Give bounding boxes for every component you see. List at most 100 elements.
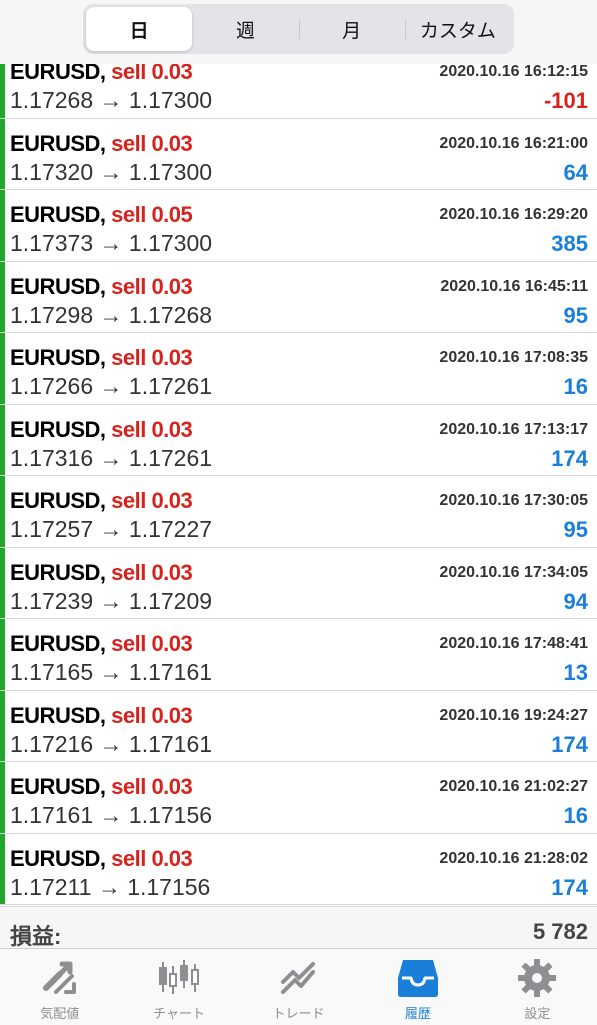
- history-tray-icon: [396, 957, 440, 999]
- deal-time: 2020.10.16 21:02:27: [439, 778, 588, 795]
- candlestick-chart-icon: [157, 957, 201, 999]
- deal-row[interactable]: EURUSD, sell 0.03 2020.10.16 17:34:05 1.17…: [0, 547, 597, 619]
- tab-chart[interactable]: チャート: [119, 949, 238, 1025]
- deal-row[interactable]: EURUSD, sell 0.03 2020.10.16 21:02:27 1.17…: [0, 762, 597, 834]
- deal-time: 2020.10.16 19:24:27: [439, 706, 588, 724]
- deal-profit: -101: [543, 88, 588, 113]
- deal-symbol-name: EURUSD,: [10, 631, 106, 656]
- deal-profit: 174: [551, 731, 588, 757]
- deal-side: sell 0.03: [111, 416, 193, 442]
- segment-day[interactable]: 日: [86, 7, 193, 51]
- deal-prices: 1.17239 → 1.17209: [10, 587, 213, 614]
- deal-time: 2020.10.16 17:48:41: [439, 635, 588, 652]
- deal-symbol-name: EURUSD,: [10, 345, 106, 370]
- deal-symbol-name: EURUSD,: [10, 702, 106, 728]
- tab-trade-label: トレード: [272, 1006, 325, 1021]
- deal-time: 2020.10.16 17:08:35: [439, 349, 588, 366]
- segment-week[interactable]: 週: [192, 7, 298, 51]
- deal-prices: 1.17266 → 1.17261: [10, 373, 213, 399]
- segment-custom[interactable]: カスタム: [404, 7, 511, 51]
- deal-time: 2020.10.16 17:30:05: [439, 492, 588, 509]
- deal-side: sell 0.03: [111, 559, 193, 585]
- deal-symbol: EURUSD, sell 0.05: [10, 202, 193, 228]
- deal-profit: 95: [563, 302, 588, 328]
- deal-profit: 16: [563, 374, 588, 399]
- deal-prices: 1.17165 → 1.17161: [10, 659, 213, 685]
- deal-symbol: EURUSD, sell 0.03: [10, 488, 193, 514]
- deal-prices: 1.17211 → 1.17156: [10, 873, 211, 900]
- deal-row[interactable]: EURUSD, sell 0.03 2020.10.16 19:24:27 1.17…: [0, 690, 597, 762]
- deal-symbol: EURUSD, sell 0.03: [10, 345, 193, 371]
- deal-symbol: EURUSD, sell 0.03: [10, 131, 193, 157]
- tab-quotes-label: 気配値: [40, 1006, 80, 1021]
- deal-prices: 1.17316 → 1.17261: [10, 444, 213, 471]
- deal-side: sell 0.03: [111, 774, 193, 799]
- deal-time: 2020.10.16 16:12:15: [439, 63, 588, 80]
- deal-symbol-name: EURUSD,: [10, 416, 106, 442]
- tab-trade[interactable]: トレード: [239, 949, 358, 1025]
- deal-side: sell 0.03: [111, 488, 193, 513]
- deal-side: sell 0.03: [111, 273, 193, 299]
- deal-symbol: EURUSD, sell 0.03: [10, 273, 193, 300]
- deal-prices: 1.17161 → 1.17156: [10, 802, 213, 828]
- deal-side: sell 0.03: [111, 845, 193, 871]
- trade-icon: [277, 957, 321, 999]
- deal-symbol-name: EURUSD,: [10, 845, 106, 871]
- deal-time: 2020.10.16 16:21:00: [439, 134, 588, 152]
- deal-symbol-name: EURUSD,: [10, 774, 106, 799]
- deal-time: 2020.10.16 17:13:17: [439, 420, 588, 438]
- deal-symbol: EURUSD, sell 0.03: [10, 559, 193, 586]
- deal-prices: 1.17298 → 1.17268: [10, 301, 213, 328]
- deal-symbol: EURUSD, sell 0.03: [10, 774, 193, 800]
- deal-row[interactable]: EURUSD, sell 0.03 2020.10.16 16:21:00 1.17…: [0, 118, 597, 190]
- tab-history[interactable]: 履歴: [358, 949, 477, 1025]
- history-deal-list: EURUSD, sell 0.03 2020.10.16 16:12:15 1.17…: [0, 47, 597, 905]
- deal-row[interactable]: EURUSD, sell 0.03 2020.10.16 17:13:17 1.17…: [0, 404, 597, 476]
- deal-row[interactable]: EURUSD, sell 0.03 2020.10.16 17:48:41 1.17…: [0, 619, 597, 691]
- deal-time: 2020.10.16 16:45:11: [440, 277, 588, 295]
- settings-gear-icon: [515, 957, 559, 999]
- deal-symbol: EURUSD, sell 0.03: [10, 416, 193, 443]
- tab-chart-label: チャート: [153, 1006, 206, 1021]
- tab-quotes[interactable]: 気配値: [0, 949, 119, 1025]
- tab-history-label: 履歴: [404, 1006, 431, 1021]
- deal-row[interactable]: EURUSD, sell 0.03 2020.10.16 21:28:02 1.17…: [0, 833, 597, 905]
- deal-profit: 174: [551, 874, 588, 900]
- deal-symbol: EURUSD, sell 0.03: [10, 845, 193, 872]
- period-selector-bar: 日 週 月 カスタム: [0, 0, 597, 64]
- deal-side: sell 0.03: [111, 631, 193, 656]
- deal-profit: 95: [563, 517, 588, 542]
- deal-profit: 174: [551, 445, 588, 471]
- deal-row[interactable]: EURUSD, sell 0.05 2020.10.16 16:29:20 1.17…: [0, 190, 597, 262]
- tab-settings-label: 設定: [524, 1006, 551, 1021]
- profit-summary: 損益: 5 782: [0, 906, 597, 949]
- bottom-tab-bar: 気配値 チャート トレード 履歴 設定: [0, 948, 597, 1025]
- deal-symbol: EURUSD, sell 0.03: [10, 631, 193, 657]
- segment-month[interactable]: 月: [298, 7, 405, 51]
- deal-side: sell 0.03: [111, 345, 193, 370]
- deal-prices: 1.17216 → 1.17161: [10, 730, 213, 757]
- deal-time: 2020.10.16 21:28:02: [439, 849, 588, 867]
- deal-symbol-name: EURUSD,: [10, 273, 106, 299]
- deal-symbol-name: EURUSD,: [10, 559, 106, 585]
- deal-side: sell 0.05: [111, 202, 193, 227]
- deal-symbol: EURUSD, sell 0.03: [10, 702, 193, 729]
- profit-summary-value: 5 782: [532, 919, 588, 944]
- deal-time: 2020.10.16 17:34:05: [439, 563, 588, 581]
- deal-side: sell 0.03: [111, 702, 193, 728]
- deal-prices: 1.17257 → 1.17227: [10, 516, 213, 542]
- quotes-icon: [38, 957, 82, 999]
- tab-settings[interactable]: 設定: [478, 949, 597, 1025]
- profit-summary-label: 損益:: [10, 924, 62, 949]
- deal-row[interactable]: EURUSD, sell 0.03 2020.10.16 17:30:05 1.17…: [0, 476, 597, 548]
- deal-profit: 16: [563, 803, 588, 828]
- deal-symbol-name: EURUSD,: [10, 202, 106, 227]
- deal-symbol-name: EURUSD,: [10, 488, 106, 513]
- deal-time: 2020.10.16 16:29:20: [439, 206, 588, 223]
- deal-profit: 94: [563, 588, 588, 614]
- deal-row[interactable]: EURUSD, sell 0.03 2020.10.16 17:08:35 1.17…: [0, 333, 597, 405]
- deal-prices: 1.17268 → 1.17300: [10, 87, 213, 113]
- deal-profit: 385: [551, 231, 588, 256]
- deal-profit: 13: [563, 660, 588, 685]
- deal-row[interactable]: EURUSD, sell 0.03 2020.10.16 16:45:11 1.17…: [0, 261, 597, 333]
